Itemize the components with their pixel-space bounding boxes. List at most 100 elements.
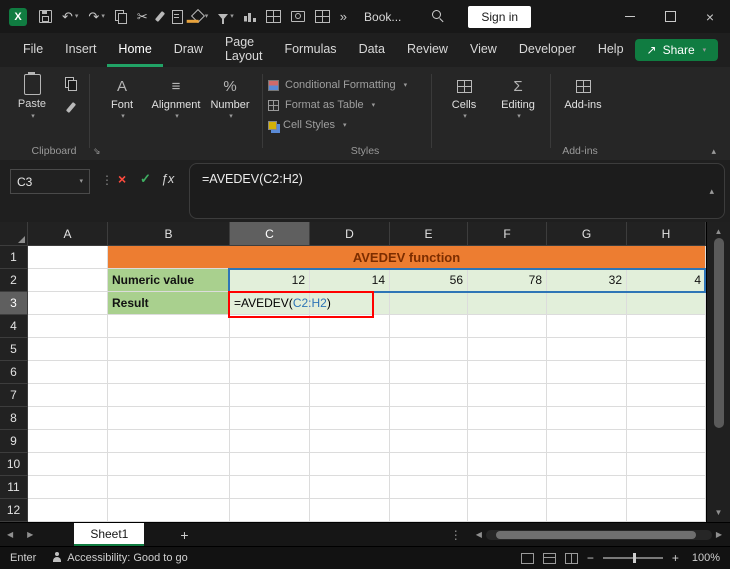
table-button[interactable] (310, 0, 335, 33)
cell-C6[interactable] (230, 361, 310, 384)
enter-button[interactable]: ✓ (140, 171, 151, 187)
cell-G5[interactable] (547, 338, 627, 361)
insert-cells-button[interactable] (261, 0, 286, 33)
cell-G12[interactable] (547, 499, 627, 522)
cell-D4[interactable] (310, 315, 390, 338)
cell-title-B1-H1[interactable]: AVEDEV function (108, 246, 706, 269)
row-header-8[interactable]: 8 (0, 407, 28, 430)
cell-H6[interactable] (627, 361, 706, 384)
cell-C9[interactable] (230, 430, 310, 453)
name-box-separator[interactable]: ⋮ (101, 173, 113, 187)
cell-H7[interactable] (627, 384, 706, 407)
row-header-11[interactable]: 11 (0, 476, 28, 499)
cell-B11[interactable] (108, 476, 230, 499)
cell-D11[interactable] (310, 476, 390, 499)
row-header-2[interactable]: 2 (0, 269, 28, 292)
cell-A12[interactable] (28, 499, 108, 522)
cell-F8[interactable] (468, 407, 547, 430)
tab-insert[interactable]: Insert (54, 33, 107, 67)
formula-input[interactable]: =AVEDEV(C2:H2) ▴ (189, 163, 725, 219)
cell-G11[interactable] (547, 476, 627, 499)
cell-C3-editing[interactable]: =AVEDEV(C2:H2) (230, 292, 331, 315)
collapse-ribbon-icon[interactable]: ▴ (711, 146, 716, 157)
cell-C10[interactable] (230, 453, 310, 476)
fill-color-button[interactable]: ▾ (188, 0, 214, 33)
cell-B8[interactable] (108, 407, 230, 430)
more-commands-button[interactable]: » (335, 0, 352, 33)
cell-A10[interactable] (28, 453, 108, 476)
paste-button[interactable]: Paste ▾ (10, 72, 54, 120)
cell-B9[interactable] (108, 430, 230, 453)
font-group-button[interactable]: A Font ▾ (95, 74, 149, 121)
scroll-left-icon[interactable]: ◀ (472, 530, 486, 539)
sheet-nav-right-icon[interactable]: ▶ (20, 530, 40, 539)
cell-E12[interactable] (390, 499, 468, 522)
vertical-scrollbar[interactable]: ▲ ▼ (706, 222, 730, 522)
cell-E5[interactable] (390, 338, 468, 361)
cell-G8[interactable] (547, 407, 627, 430)
cell-F12[interactable] (468, 499, 547, 522)
accessibility-status[interactable]: Accessibility: Good to go (67, 552, 187, 564)
format-painter-button[interactable] (153, 0, 167, 33)
tab-draw[interactable]: Draw (163, 33, 214, 67)
tab-help[interactable]: Help (587, 33, 635, 67)
zoom-level[interactable]: 100% (692, 552, 720, 564)
cell-B6[interactable] (108, 361, 230, 384)
cell-H12[interactable] (627, 499, 706, 522)
cell-E3[interactable] (390, 292, 468, 315)
cell-A7[interactable] (28, 384, 108, 407)
cell-A3[interactable] (28, 292, 108, 315)
column-header-E[interactable]: E (390, 222, 468, 246)
cell-G2[interactable]: 32 (547, 269, 627, 292)
zoom-slider-thumb[interactable] (632, 553, 636, 563)
page-layout-view-icon[interactable] (542, 552, 556, 564)
scroll-right-icon[interactable]: ▶ (712, 530, 726, 539)
horizontal-scroll-thumb[interactable] (495, 530, 696, 539)
column-header-D[interactable]: D (310, 222, 390, 246)
minimize-button[interactable] (610, 0, 650, 33)
share-button[interactable]: ↗ Share ▾ (634, 39, 719, 61)
name-box[interactable]: C3 ▾ (10, 169, 90, 194)
cell-A5[interactable] (28, 338, 108, 361)
cell-E10[interactable] (390, 453, 468, 476)
cell-D8[interactable] (310, 407, 390, 430)
cell-D12[interactable] (310, 499, 390, 522)
zoom-out-button[interactable]: − (587, 551, 594, 565)
cell-D10[interactable] (310, 453, 390, 476)
zoom-slider[interactable] (602, 553, 663, 563)
row-header-10[interactable]: 10 (0, 453, 28, 476)
cell-A11[interactable] (28, 476, 108, 499)
conditional-formatting-button[interactable]: Conditional Formatting ▾ (268, 79, 426, 91)
row-header-7[interactable]: 7 (0, 384, 28, 407)
tab-data[interactable]: Data (348, 33, 396, 67)
cell-H8[interactable] (627, 407, 706, 430)
horizontal-scrollbar[interactable]: ◀ ▶ (472, 529, 726, 540)
chart-button[interactable] (239, 0, 261, 33)
cell-G3[interactable] (547, 292, 627, 315)
cell-C5[interactable] (230, 338, 310, 361)
cell-G6[interactable] (547, 361, 627, 384)
clipboard-dialog-launcher-icon[interactable]: ⇘ (93, 146, 101, 157)
cell-A4[interactable] (28, 315, 108, 338)
cell-F4[interactable] (468, 315, 547, 338)
row-header-12[interactable]: 12 (0, 499, 28, 522)
cell-H11[interactable] (627, 476, 706, 499)
cell-D2[interactable]: 14 (310, 269, 390, 292)
horizontal-scroll-track[interactable] (485, 529, 712, 540)
cell-F9[interactable] (468, 430, 547, 453)
column-header-G[interactable]: G (547, 222, 627, 246)
cell-C4[interactable] (230, 315, 310, 338)
cell-H4[interactable] (627, 315, 706, 338)
alignment-group-button[interactable]: ≡ Alignment ▾ (149, 74, 203, 121)
cell-D6[interactable] (310, 361, 390, 384)
column-header-B[interactable]: B (108, 222, 230, 246)
cut-button[interactable]: ✂ (132, 0, 153, 33)
cell-D5[interactable] (310, 338, 390, 361)
column-header-H[interactable]: H (627, 222, 706, 246)
cell-F3[interactable] (468, 292, 547, 315)
cell-B3[interactable]: Result (108, 292, 230, 315)
cell-C11[interactable] (230, 476, 310, 499)
row-header-1[interactable]: 1 (0, 246, 28, 269)
print-button[interactable] (167, 0, 188, 33)
row-header-3[interactable]: 3 (0, 292, 28, 315)
